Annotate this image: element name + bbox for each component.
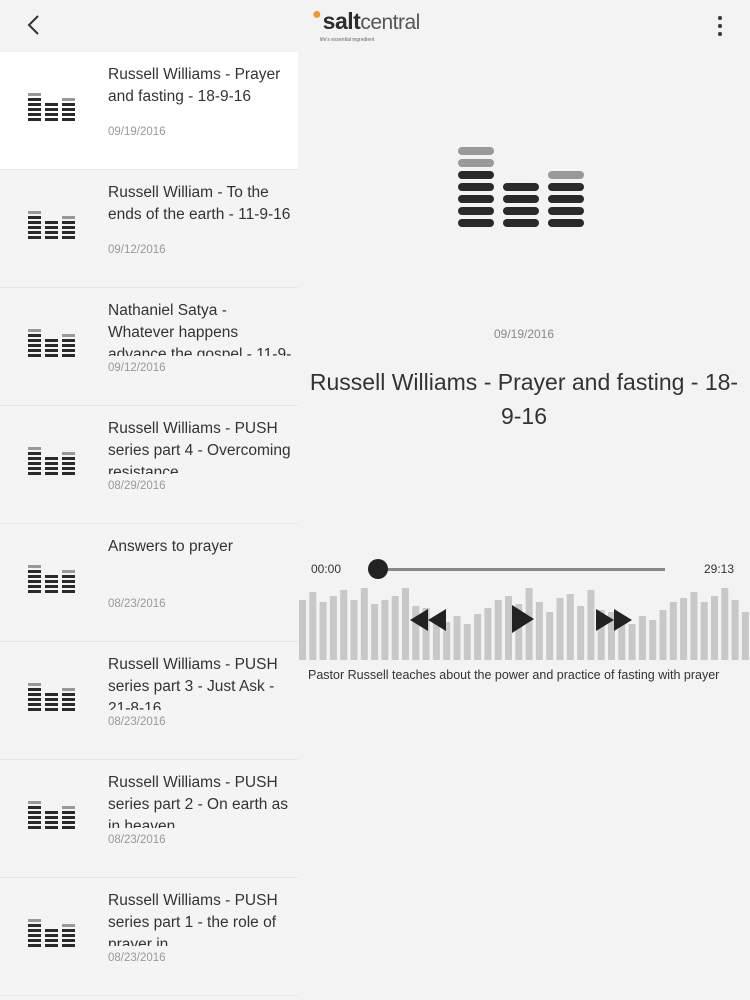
audio-equalizer-icon	[28, 211, 75, 239]
audio-equalizer-icon	[458, 147, 584, 227]
audio-player: 00:00 29:13	[298, 552, 750, 672]
logo-salt: salt	[322, 8, 361, 34]
audio-equalizer-icon	[28, 329, 75, 357]
seek-handle[interactable]	[368, 559, 388, 579]
episode-list-date: 08/29/2016	[108, 480, 166, 492]
episode-list-item[interactable]: Nathaniel Satya - Whatever happens advan…	[0, 288, 298, 406]
audio-equalizer-icon	[28, 801, 75, 829]
logo-central: central	[360, 11, 420, 34]
episode-list-title: Russell Williams - Prayer and fasting - …	[108, 66, 281, 105]
episode-list-title: Nathaniel Satya - Whatever happens advan…	[108, 302, 292, 356]
logo-dot: ●	[312, 6, 322, 23]
episode-detail: 09/19/2016 Russell Williams - Prayer and…	[298, 52, 750, 1000]
current-time: 00:00	[311, 562, 342, 576]
rewind-button[interactable]	[410, 609, 448, 631]
chevron-left-icon	[27, 15, 39, 35]
logo-tagline: life's essential ingredient	[320, 37, 375, 43]
episode-list-title: Russell Williams - PUSH series part 4 - …	[108, 420, 291, 474]
rewind-icon	[410, 609, 428, 631]
kebab-menu-icon	[718, 16, 722, 20]
episode-list-item[interactable]: Answers to prayer 08/23/2016	[0, 524, 298, 642]
episode-list-date: 09/12/2016	[108, 362, 166, 374]
play-button[interactable]	[510, 605, 534, 633]
episode-list-date: 08/23/2016	[108, 716, 166, 728]
seek-track[interactable]	[380, 568, 665, 571]
top-bar: ●saltcentral life's essential ingredient	[0, 0, 750, 52]
episode-list-title: Answers to prayer	[108, 538, 233, 555]
episode-list-date: 09/19/2016	[108, 126, 166, 138]
play-icon	[512, 605, 534, 633]
episode-list-title: Russell Williams - PUSH series part 1 - …	[108, 892, 278, 946]
audio-equalizer-icon	[28, 565, 75, 593]
episode-list: Russell Williams - Prayer and fasting - …	[0, 52, 298, 1000]
audio-equalizer-icon	[28, 447, 75, 475]
episode-list-item[interactable]: Russell William - To the ends of the ear…	[0, 170, 298, 288]
episode-list-title: Russell Williams - PUSH series part 2 - …	[108, 774, 289, 828]
audio-equalizer-icon	[28, 93, 75, 121]
back-button[interactable]	[18, 10, 48, 40]
fast-forward-button[interactable]	[596, 609, 634, 631]
episode-list-item[interactable]: Russell Williams - PUSH series part 4 - …	[0, 406, 298, 524]
episode-list-title: Russell William - To the ends of the ear…	[108, 184, 291, 223]
episode-list-date: 08/23/2016	[108, 952, 166, 964]
episode-list-date: 09/12/2016	[108, 244, 166, 256]
episode-list-item[interactable]: Russell Williams - PUSH series part 3 - …	[0, 642, 298, 760]
episode-description: Pastor Russell teaches about the power a…	[308, 668, 720, 682]
episode-title: Russell Williams - Prayer and fasting - …	[309, 369, 739, 429]
episode-list-item[interactable]: Russell Williams - PUSH series part 1 - …	[0, 878, 298, 996]
episode-list-date: 08/23/2016	[108, 598, 166, 610]
fast-forward-icon	[596, 609, 614, 631]
episode-list-item[interactable]: Russell Williams - Prayer and fasting - …	[0, 52, 298, 170]
audio-equalizer-icon	[28, 919, 75, 947]
episode-list-item[interactable]: Russell Williams - PUSH series part 2 - …	[0, 760, 298, 878]
overflow-menu-button[interactable]	[710, 12, 730, 40]
episode-list-date: 08/23/2016	[108, 834, 166, 846]
episode-list-title: Russell Williams - PUSH series part 3 - …	[108, 656, 278, 710]
salt-central-logo: ●saltcentral life's essential ingredient	[312, 6, 442, 46]
total-duration: 29:13	[703, 562, 734, 576]
audio-equalizer-icon	[28, 683, 75, 711]
episode-date: 09/19/2016	[493, 327, 555, 341]
